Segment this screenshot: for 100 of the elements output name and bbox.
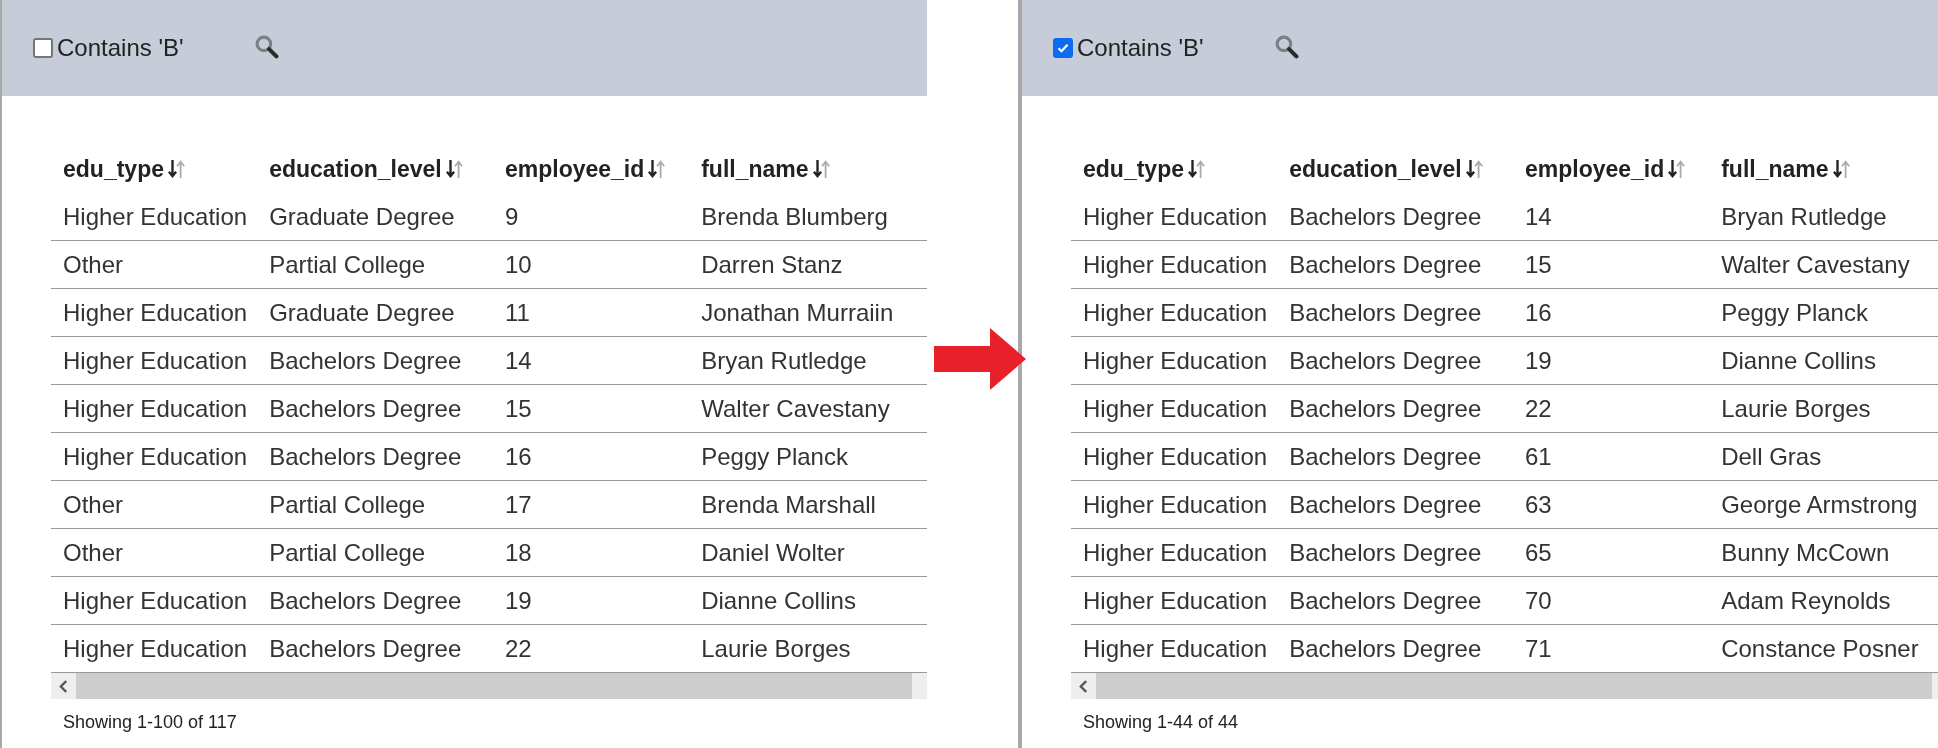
scroll-left-icon[interactable] — [1079, 679, 1088, 693]
column-header[interactable]: full_name — [1721, 155, 1829, 183]
table-cell: Laurie Borges — [1721, 394, 1871, 423]
table-cell: Bachelors Degree — [1289, 442, 1482, 471]
checkbox[interactable] — [1053, 38, 1073, 58]
table-cell: Bachelors Degree — [1289, 250, 1482, 279]
search-icon[interactable] — [253, 33, 279, 59]
table-cell: Peggy Planck — [701, 442, 848, 471]
table-cell: 22 — [504, 634, 532, 663]
table-cell: Higher Education — [1083, 298, 1268, 327]
table-cell: Higher Education — [63, 298, 248, 327]
table-cell: Higher Education — [63, 202, 248, 231]
table-cell: Higher Education — [63, 586, 248, 615]
table-cell: Brenda Blumberg — [701, 202, 888, 231]
table-cell: Graduate Degree — [269, 298, 455, 327]
right-arrow-icon — [934, 328, 1026, 390]
sort-icon[interactable] — [1832, 159, 1851, 179]
table-cell: Higher Education — [1083, 346, 1268, 375]
horizontal-scrollbar[interactable] — [51, 673, 927, 699]
column-header[interactable]: edu_type — [63, 155, 164, 183]
column-header[interactable]: edu_type — [1083, 155, 1184, 183]
table-cell: Bachelors Degree — [1289, 586, 1482, 615]
sort-icon[interactable] — [648, 159, 667, 179]
checkbox-label[interactable]: Contains 'B' — [57, 34, 184, 62]
table-cell: 9 — [504, 202, 519, 231]
table-cell: Higher Education — [1083, 394, 1268, 423]
table-cell: Peggy Planck — [1721, 298, 1868, 327]
table-cell: Bachelors Degree — [1289, 346, 1482, 375]
table-cell: Bryan Rutledge — [1721, 202, 1887, 231]
sort-icon[interactable] — [1188, 159, 1206, 179]
scroll-left-icon[interactable] — [59, 679, 68, 693]
table-cell: Bryan Rutledge — [701, 346, 867, 375]
table-cell: Higher Education — [1083, 202, 1268, 231]
table-cell: 14 — [504, 346, 532, 375]
table-cell: Bachelors Degree — [269, 346, 462, 375]
table-cell: Partial College — [269, 490, 426, 519]
table-cell: 19 — [504, 586, 532, 615]
table-cell: Bachelors Degree — [269, 634, 462, 663]
table-cell: Walter Cavestany — [1721, 250, 1910, 279]
table-cell: Laurie Borges — [701, 634, 851, 663]
table-cell: 15 — [1524, 250, 1552, 279]
table-cell: 17 — [504, 490, 532, 519]
table-cell: Higher Education — [63, 634, 248, 663]
table-cell: Constance Posner — [1721, 634, 1919, 663]
sort-icon[interactable] — [1668, 159, 1687, 179]
table-cell: Jonathan Murraiin — [701, 298, 894, 327]
checkbox[interactable] — [33, 38, 53, 58]
table-cell: Bachelors Degree — [269, 394, 462, 423]
table-cell: 14 — [1524, 202, 1552, 231]
table-cell: 71 — [1524, 634, 1552, 663]
table-cell: 11 — [504, 298, 530, 327]
table-cell: Bachelors Degree — [1289, 490, 1482, 519]
table-cell: Bachelors Degree — [1289, 394, 1482, 423]
table-cell: Adam Reynolds — [1721, 586, 1891, 615]
table-cell: 61 — [1524, 442, 1552, 471]
table-cell: Higher Education — [1083, 634, 1268, 663]
sort-icon[interactable] — [812, 159, 831, 179]
sort-icon[interactable] — [445, 159, 464, 179]
table-cell: Other — [63, 250, 124, 279]
table-cell: Higher Education — [1083, 586, 1268, 615]
record-count: Showing 1-100 of 117 — [62, 711, 238, 733]
table-cell: 10 — [504, 250, 532, 279]
table-cell: 19 — [1524, 346, 1552, 375]
table-cell: Higher Education — [63, 442, 248, 471]
checkbox-label[interactable]: Contains 'B' — [1077, 34, 1204, 62]
table-cell: Higher Education — [1083, 250, 1268, 279]
sort-icon[interactable] — [1465, 159, 1484, 179]
table-cell: Higher Education — [1083, 442, 1268, 471]
table-cell: Other — [63, 490, 124, 519]
column-header[interactable]: employee_id — [504, 155, 645, 183]
table-cell: 70 — [1524, 586, 1552, 615]
column-header[interactable]: education_level — [269, 155, 442, 183]
sort-icon[interactable] — [168, 159, 186, 179]
table-cell: Dianne Collins — [1721, 346, 1876, 375]
table-cell: Bachelors Degree — [1289, 634, 1482, 663]
table-cell: Higher Education — [1083, 490, 1268, 519]
table-cell: Walter Cavestany — [701, 394, 890, 423]
column-header[interactable]: employee_id — [1524, 155, 1665, 183]
table-cell: Dianne Collins — [701, 586, 856, 615]
table-cell: Bunny McCown — [1721, 538, 1890, 567]
table-cell: Other — [63, 538, 124, 567]
table-cell: Bachelors Degree — [269, 586, 462, 615]
table-cell: 16 — [504, 442, 532, 471]
table-cell: Bachelors Degree — [1289, 298, 1482, 327]
column-header[interactable]: full_name — [701, 155, 809, 183]
table-cell: 63 — [1524, 490, 1552, 519]
table-cell: Graduate Degree — [269, 202, 455, 231]
horizontal-scrollbar[interactable] — [1071, 673, 1938, 699]
table-cell: Partial College — [269, 538, 426, 567]
search-icon[interactable] — [1273, 33, 1299, 59]
table-cell: Higher Education — [63, 346, 248, 375]
column-header[interactable]: education_level — [1289, 155, 1462, 183]
table-cell: 18 — [504, 538, 532, 567]
record-count: Showing 1-44 of 44 — [1082, 711, 1240, 733]
table-cell: 15 — [504, 394, 532, 423]
table-cell: Darren Stanz — [701, 250, 843, 279]
table-cell: Daniel Wolter — [701, 538, 845, 567]
table-cell: Bachelors Degree — [1289, 202, 1482, 231]
table-cell: Brenda Marshall — [701, 490, 876, 519]
table-cell: 22 — [1524, 394, 1552, 423]
